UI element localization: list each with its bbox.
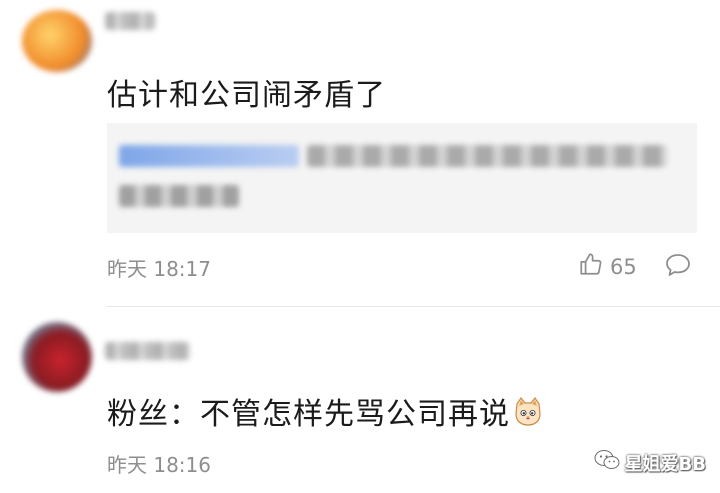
comment-time: 昨天 18:16 — [107, 453, 211, 477]
comment-text: 粉丝：不管怎样先骂公司再说 — [107, 389, 544, 436]
username-blurred[interactable] — [105, 12, 155, 30]
wechat-logo-icon — [593, 448, 621, 477]
comment-text-body: 粉丝：不管怎样先骂公司再说 — [107, 397, 510, 432]
quoted-text-blurred — [119, 145, 299, 167]
divider — [107, 306, 720, 307]
thumbs-up-icon — [578, 251, 604, 282]
quoted-reply-box[interactable] — [107, 123, 697, 233]
like-count: 65 — [610, 254, 637, 279]
avatar[interactable] — [22, 322, 92, 392]
comment-bubble-icon — [664, 254, 692, 282]
comment-time: 昨天 18:17 — [107, 257, 211, 281]
avatar[interactable] — [22, 10, 92, 72]
watermark: 星姐爱BB — [593, 448, 706, 477]
cat-face-emoji — [512, 396, 544, 436]
quoted-text-blurred — [307, 145, 667, 167]
username-blurred[interactable] — [105, 342, 190, 360]
watermark-label: 星姐爱BB — [624, 453, 706, 475]
comment-text: 估计和公司闹矛盾了 — [107, 78, 386, 113]
quoted-text-blurred — [119, 185, 239, 207]
like-button[interactable]: 65 — [578, 251, 637, 282]
reply-button[interactable] — [664, 252, 692, 282]
